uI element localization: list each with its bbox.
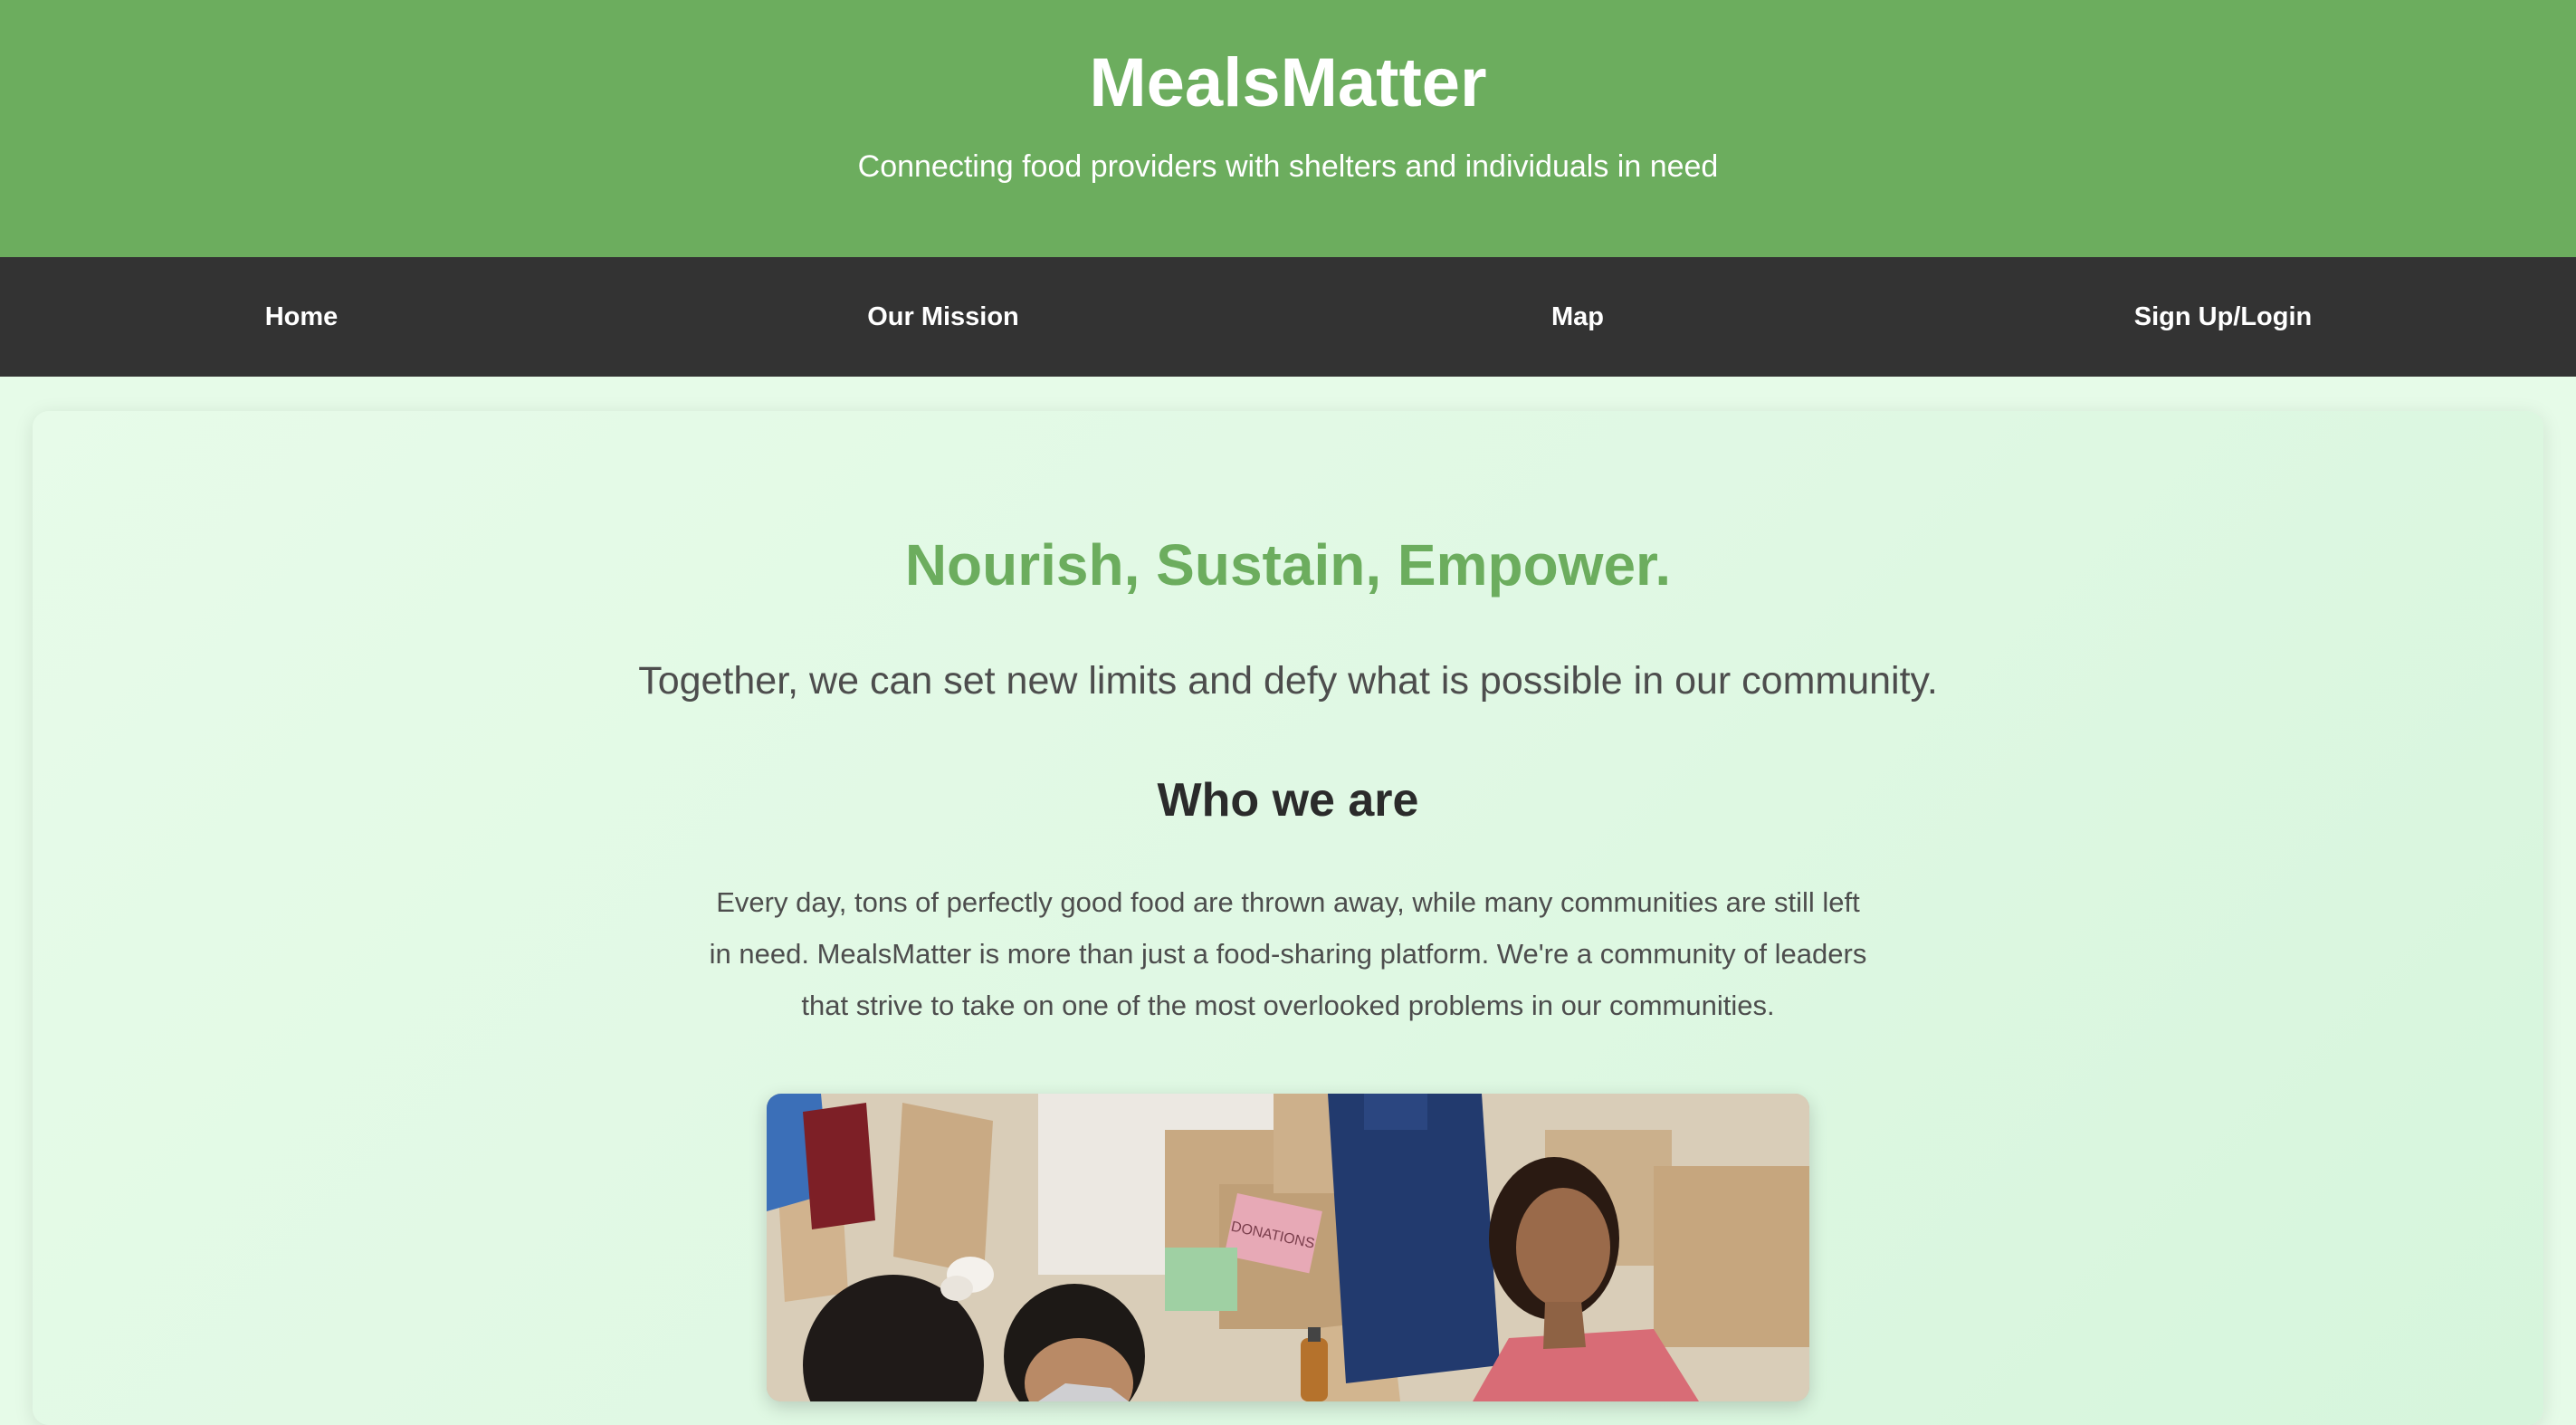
hero-subheading: Together, we can set new limits and defy…	[638, 659, 1938, 703]
nav-link-our-mission[interactable]: Our Mission	[672, 257, 1215, 377]
nav-link-sign-up-login[interactable]: Sign Up/Login	[1951, 257, 2495, 377]
volunteers-photo: DONATIONS	[767, 1094, 1809, 1401]
who-we-are-text: Every day, tons of perfectly good food a…	[709, 886, 1867, 1021]
who-we-are-heading: Who we are	[1157, 774, 1419, 827]
hero-heading: Nourish, Sustain, Empower.	[904, 532, 1672, 598]
site-title: MealsMatter	[1089, 44, 1487, 121]
site-tagline: Connecting food providers with shelters …	[857, 149, 1719, 184]
main-navbar: Home Our Mission Map Sign Up/Login	[0, 257, 2576, 377]
nav-link-home[interactable]: Home	[30, 257, 573, 377]
site-header: MealsMatter Connecting food providers wi…	[0, 0, 2576, 257]
volunteers-photo-illustration: DONATIONS	[767, 1094, 1809, 1401]
content-card: Nourish, Sustain, Empower. Together, we …	[33, 411, 2543, 1425]
nav-link-map[interactable]: Map	[1306, 257, 1849, 377]
